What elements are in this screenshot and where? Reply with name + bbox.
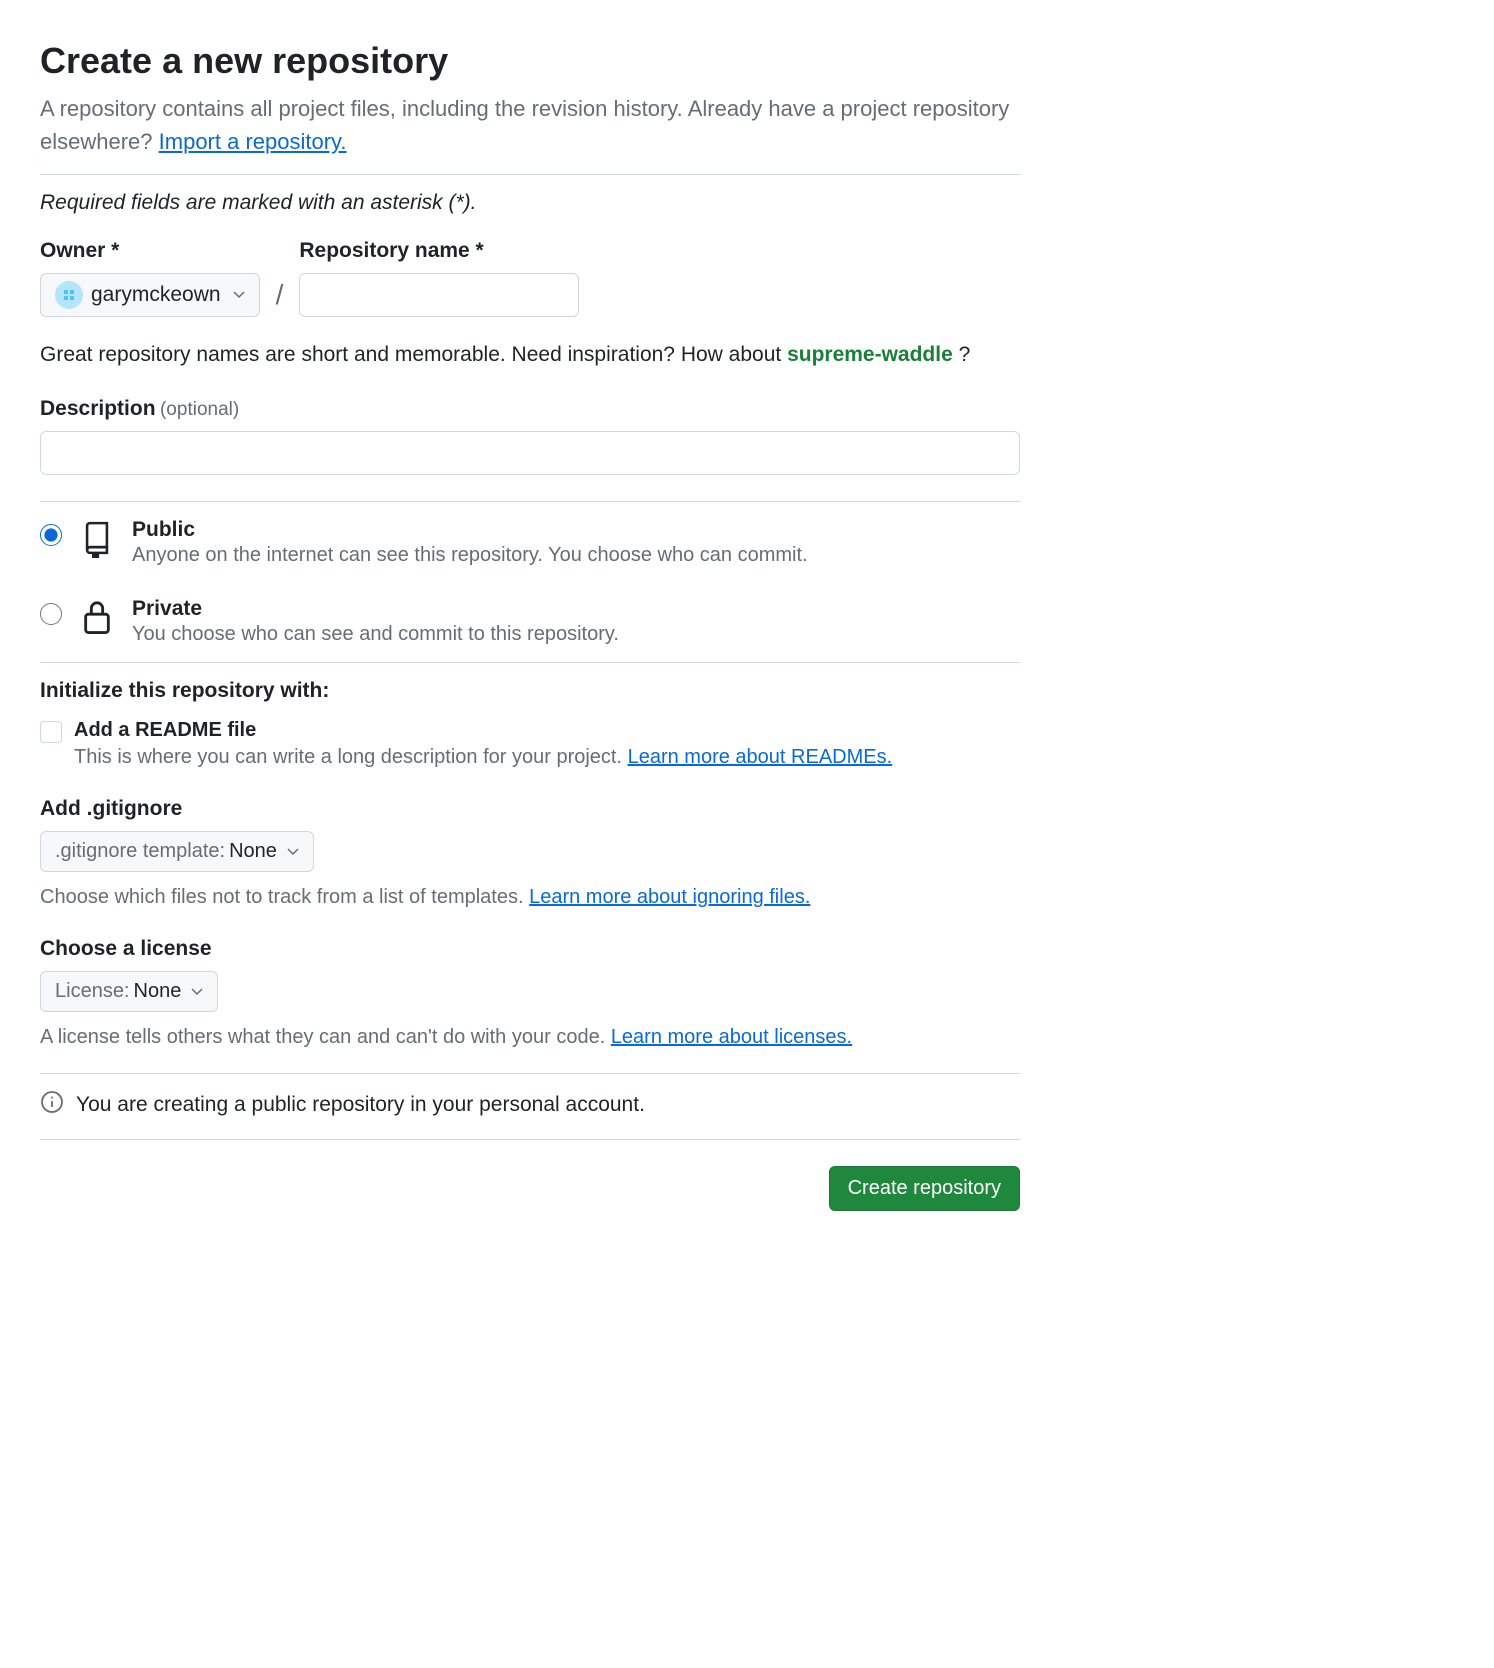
info-icon: [40, 1090, 64, 1119]
gitignore-select[interactable]: .gitignore template: None: [40, 831, 314, 872]
repo-name-input[interactable]: [299, 273, 579, 317]
divider: [40, 174, 1020, 175]
visibility-private-row[interactable]: Private You choose who can see and commi…: [40, 597, 1020, 646]
slash-separator: /: [272, 279, 288, 311]
owner-select[interactable]: garymckeown: [40, 273, 260, 317]
create-repository-button[interactable]: Create repository: [829, 1166, 1020, 1211]
chevron-down-icon: [287, 848, 299, 856]
gitignore-label: Add .gitignore: [40, 797, 1020, 821]
repo-icon: [80, 518, 114, 563]
readme-learn-more-link[interactable]: Learn more about READMEs.: [628, 746, 893, 768]
description-input[interactable]: [40, 431, 1020, 475]
gitignore-prefix: .gitignore template:: [55, 840, 225, 863]
page-title: Create a new repository: [40, 40, 1020, 82]
chevron-down-icon: [233, 291, 245, 299]
gitignore-hint: Choose which files not to track from a l…: [40, 886, 1020, 909]
description-label: Description: [40, 397, 156, 420]
import-repo-link[interactable]: Import a repository.: [159, 129, 347, 154]
visibility-private-radio[interactable]: [40, 603, 62, 625]
divider: [40, 662, 1020, 663]
divider: [40, 1073, 1020, 1074]
license-hint-text: A license tells others what they can and…: [40, 1026, 611, 1048]
license-learn-more-link[interactable]: Learn more about licenses.: [611, 1026, 852, 1048]
license-value: None: [134, 980, 182, 1003]
divider: [40, 1139, 1020, 1140]
license-select[interactable]: License: None: [40, 971, 218, 1012]
suggestion-prefix: Great repository names are short and mem…: [40, 343, 787, 366]
gitignore-hint-text: Choose which files not to track from a l…: [40, 886, 529, 908]
name-suggestion: Great repository names are short and mem…: [40, 343, 1020, 367]
suggestion-name[interactable]: supreme-waddle: [787, 343, 953, 366]
license-label: Choose a license: [40, 937, 1020, 961]
license-hint: A license tells others what they can and…: [40, 1026, 1020, 1049]
description-optional: (optional): [160, 399, 239, 420]
visibility-public-radio[interactable]: [40, 524, 62, 546]
readme-row[interactable]: Add a README file This is where you can …: [40, 719, 1020, 769]
suggestion-suffix: ?: [953, 343, 971, 366]
private-title: Private: [132, 597, 619, 621]
divider: [40, 501, 1020, 502]
gitignore-learn-more-link[interactable]: Learn more about ignoring files.: [529, 886, 810, 908]
visibility-public-row[interactable]: Public Anyone on the internet can see th…: [40, 518, 1020, 567]
public-desc: Anyone on the internet can see this repo…: [132, 544, 808, 567]
readme-checkbox[interactable]: [40, 721, 62, 743]
readme-hint-text: This is where you can write a long descr…: [74, 746, 628, 768]
repo-name-label: Repository name *: [299, 239, 579, 263]
owner-name: garymckeown: [91, 283, 221, 307]
license-prefix: License:: [55, 980, 130, 1003]
owner-label: Owner *: [40, 239, 260, 263]
readme-title: Add a README file: [74, 719, 892, 742]
readme-hint: This is where you can write a long descr…: [74, 746, 892, 769]
required-fields-note: Required fields are marked with an aster…: [40, 191, 1020, 215]
gitignore-value: None: [229, 840, 277, 863]
info-notice: You are creating a public repository in …: [40, 1090, 1020, 1119]
init-heading: Initialize this repository with:: [40, 679, 1020, 703]
public-title: Public: [132, 518, 808, 542]
page-subtitle: A repository contains all project files,…: [40, 92, 1020, 158]
lock-icon: [80, 597, 114, 642]
private-desc: You choose who can see and commit to thi…: [132, 623, 619, 646]
info-notice-text: You are creating a public repository in …: [76, 1093, 645, 1117]
avatar-icon: [55, 281, 83, 309]
chevron-down-icon: [191, 988, 203, 996]
